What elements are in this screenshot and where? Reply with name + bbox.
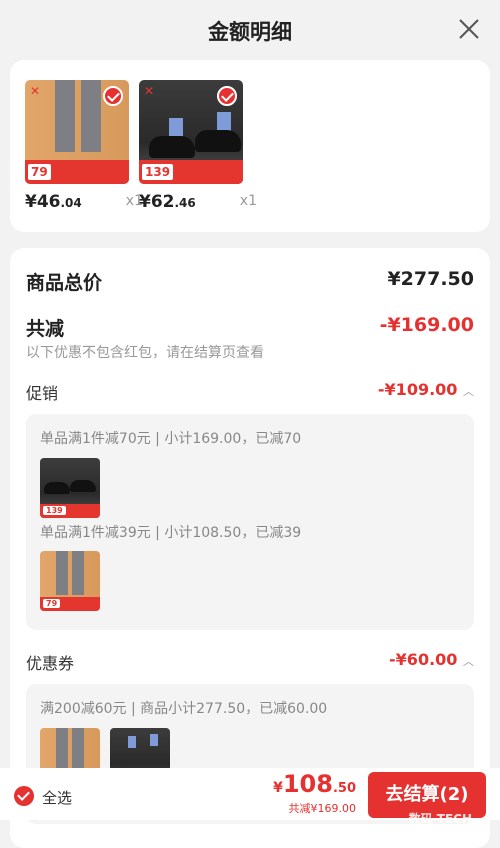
promotion-rule: 单品满1件减70元 | 小计169.00，已减70 — [40, 431, 302, 447]
product-item[interactable]: ✕ 79 ¥46.04 x1 — [25, 80, 143, 212]
promotion-row[interactable]: 促销 -¥109.00 ︿ — [26, 380, 474, 404]
watermark: 数码 TECH — [408, 812, 472, 826]
product-card: ✕ 79 ¥46.04 x1 ✕ 139 ¥62.46 x1 — [10, 60, 490, 232]
coupon-rule: 满200减60元 | 商品小计277.50，已减60.00 — [40, 701, 328, 717]
total-discount: 共减¥169.00 — [288, 802, 357, 815]
coupon-value: -¥60.00 — [389, 650, 458, 669]
coupon-label: 优惠券 — [26, 654, 75, 673]
select-all-checkbox[interactable] — [14, 786, 34, 806]
discount-value: -¥169.00 — [379, 314, 474, 336]
price-banner: 79 — [25, 160, 129, 184]
product-qty: x1 — [239, 193, 257, 209]
chevron-up-icon[interactable]: ︿ — [463, 385, 474, 398]
discount-note: 以下优惠不包含红包，请在结算页查看 — [26, 345, 264, 361]
total-value: ¥277.50 — [387, 268, 474, 290]
promotion-label: 促销 — [26, 384, 59, 403]
product-item[interactable]: ✕ 139 ¥62.46 x1 — [139, 80, 257, 212]
promotion-rule: 单品满1件减39元 | 小计108.50，已减39 — [40, 525, 302, 541]
discount-row: 共减 -¥169.00 — [26, 314, 474, 341]
coupon-row[interactable]: 优惠券 -¥60.00 ︿ — [26, 650, 474, 674]
product-image: ✕ 79 — [25, 80, 129, 184]
checkout-bar: 全选 ¥108.50 共减¥169.00 去结算(2) 数码 TECH — [0, 768, 500, 826]
page-title: 金额明细 — [208, 20, 292, 44]
price-banner: 139 — [139, 160, 243, 184]
promotion-item-image: 79 — [40, 551, 100, 611]
price-detail-card: 商品总价 ¥277.50 共减 -¥169.00 以下优惠不包含红包，请在结算页… — [10, 248, 490, 848]
product-price: ¥62.46 — [139, 192, 196, 212]
product-image: ✕ 139 — [139, 80, 243, 184]
total-label: 商品总价 — [26, 272, 103, 294]
brand-logo-icon: ✕ — [30, 84, 41, 98]
checkout-button[interactable]: 去结算(2) 数码 TECH — [368, 772, 486, 826]
promotion-item-image: 139 — [40, 458, 100, 518]
product-price: ¥46.04 — [25, 192, 82, 212]
discount-label: 共减 — [26, 318, 65, 340]
promotion-detail: 单品满1件减70元 | 小计169.00，已减70 139 单品满1件减39元 … — [26, 414, 474, 630]
total-price: ¥108.50 — [273, 770, 356, 798]
checkmark-icon[interactable] — [217, 86, 237, 106]
close-icon[interactable] — [458, 18, 480, 40]
brand-logo-icon: ✕ — [144, 84, 155, 98]
total-row: 商品总价 ¥277.50 — [26, 268, 474, 295]
checkmark-icon[interactable] — [103, 86, 123, 106]
select-all-label[interactable]: 全选 — [42, 787, 72, 808]
header: 金额明细 — [0, 0, 500, 60]
promotion-value: -¥109.00 — [377, 380, 458, 399]
chevron-up-icon[interactable]: ︿ — [463, 655, 474, 668]
